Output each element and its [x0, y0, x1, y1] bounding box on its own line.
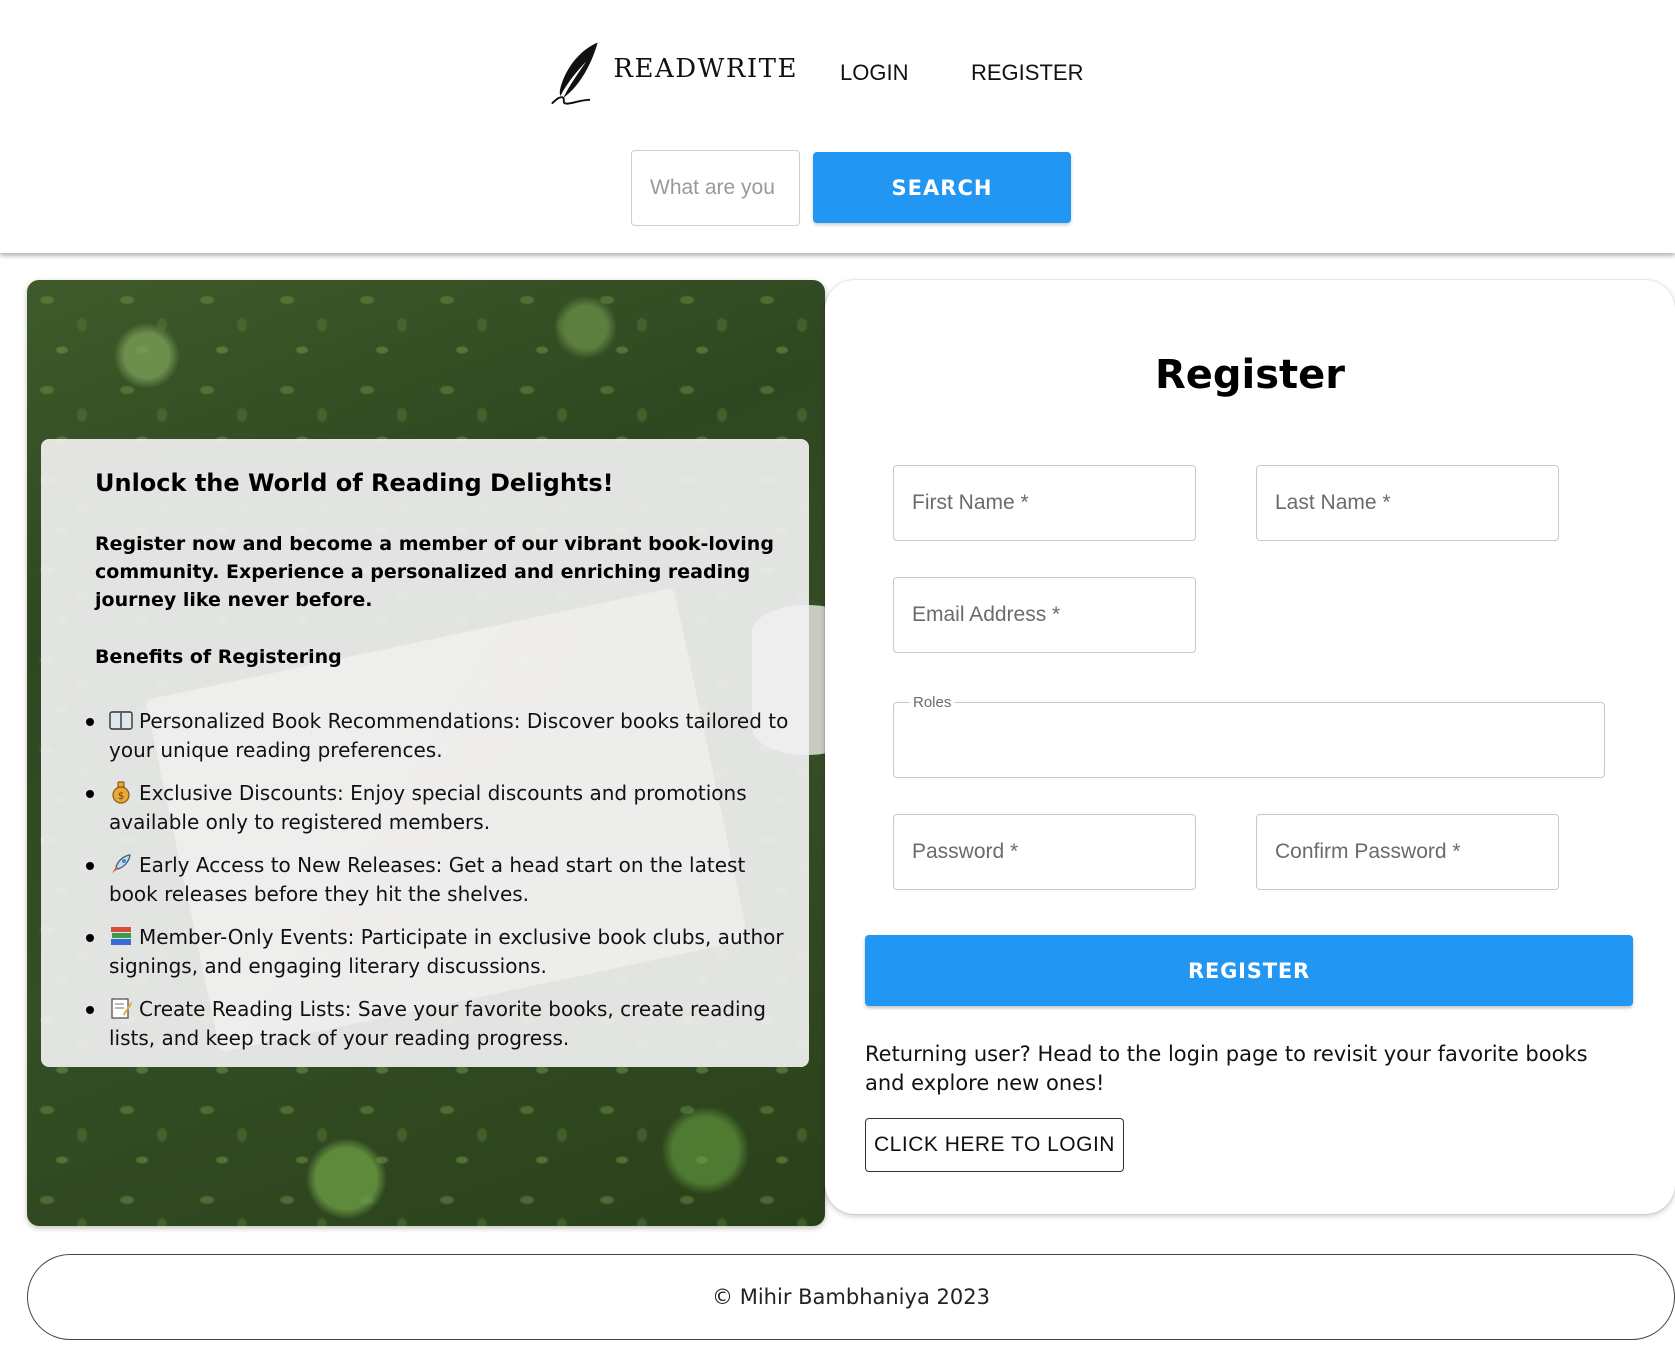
brand-name: READWRITE [613, 54, 798, 84]
quill-icon [551, 42, 598, 105]
footer-copyright: © Mihir Bambhaniya 2023 [712, 1285, 990, 1309]
benefits-card: Unlock the World of Reading Delights! Re… [41, 439, 809, 1067]
search-input[interactable] [631, 150, 800, 226]
footer: © Mihir Bambhaniya 2023 [27, 1254, 1675, 1340]
benefit-item: Early Access to New Releases: Get a head… [86, 851, 799, 909]
first-name-field[interactable] [893, 465, 1196, 541]
memo-icon [111, 998, 132, 1019]
register-title: Register [1154, 352, 1346, 398]
benefit-item: Personalized Book Recommendations: Disco… [86, 707, 799, 765]
go-to-login-button[interactable]: CLICK HERE TO LOGIN [865, 1118, 1124, 1172]
svg-text:$: $ [118, 791, 124, 802]
roles-label: Roles [910, 694, 955, 711]
roles-select[interactable] [893, 702, 1605, 778]
benefits-card-title: Unlock the World of Reading Delights! [95, 469, 614, 497]
open-book-icon [109, 711, 133, 730]
benefit-item: $ Exclusive Discounts: Enjoy special disc… [86, 779, 799, 837]
benefits-intro: Register now and become a member of our … [95, 533, 774, 611]
top-header: READWRITE LOGIN REGISTER SEARCH [0, 0, 1675, 253]
returning-user-text: Returning user? Head to the login page t… [865, 1042, 1588, 1095]
nav-login-link[interactable]: LOGIN [840, 60, 908, 86]
benefit-item: Member-Only Events: Participate in exclu… [86, 923, 799, 981]
books-icon [111, 927, 131, 945]
rocket-icon [112, 854, 131, 873]
benefits-heading: Benefits of Registering [95, 646, 342, 668]
last-name-field[interactable] [1256, 465, 1559, 541]
confirm-password-field[interactable] [1256, 814, 1559, 890]
search-button[interactable]: SEARCH [813, 152, 1071, 223]
brand-logo[interactable]: READWRITE [548, 38, 798, 110]
nav-register-link[interactable]: REGISTER [971, 60, 1083, 86]
benefit-item: Create Reading Lists: Save your favorite… [86, 995, 799, 1053]
register-button[interactable]: REGISTER [865, 935, 1633, 1006]
email-field[interactable] [893, 577, 1196, 653]
benefits-list: Personalized Book Recommendations: Disco… [86, 707, 799, 1067]
money-bag-icon: $ [112, 781, 130, 804]
password-field[interactable] [893, 814, 1196, 890]
